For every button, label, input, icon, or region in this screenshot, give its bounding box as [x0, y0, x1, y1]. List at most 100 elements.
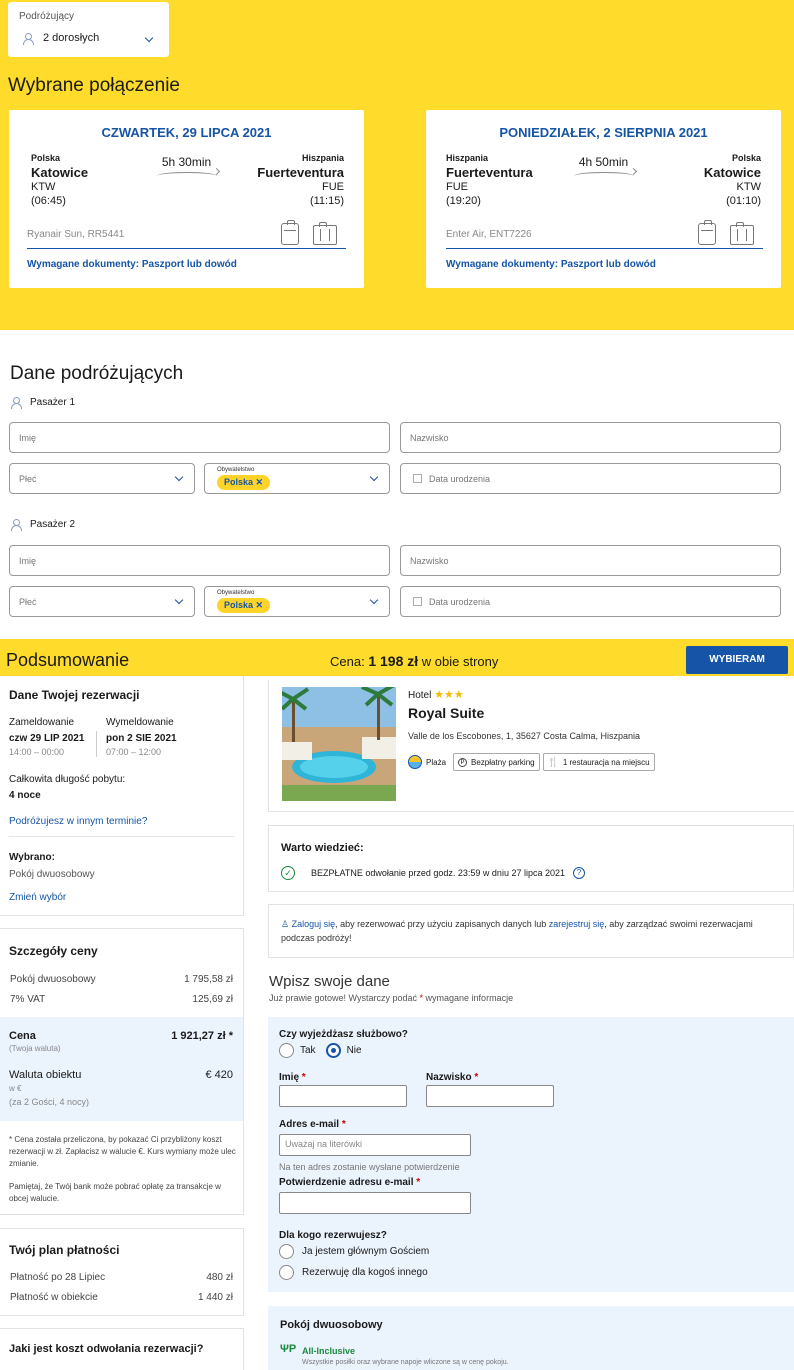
- passenger-label-text: Pasażer 2: [30, 519, 76, 530]
- price-prefix: Cena:: [330, 654, 365, 669]
- checkout-time: 07:00 – 12:00: [106, 747, 162, 757]
- cutlery-icon: ΨΡ: [280, 1343, 297, 1355]
- room-box: Pokój dwuosobowy ΨΡ All-Inclusive Wszyst…: [268, 1306, 794, 1370]
- selected-connection-title: Wybrane połączenie: [8, 75, 180, 96]
- other-dates-link[interactable]: Podróżujesz w innym terminie?: [9, 816, 147, 827]
- check-circle-icon: ✓: [281, 866, 295, 880]
- hotel-type-label: Hotel: [408, 690, 432, 701]
- return-documents-link[interactable]: Wymagane dokumenty: Paszport lub dowód: [446, 259, 656, 270]
- chip-text: Polska: [224, 477, 254, 487]
- outbound-documents-link[interactable]: Wymagane dokumenty: Paszport lub dowód: [27, 259, 237, 270]
- reservation-panel: Dane Twojej rezerwacji Zameldowanie czw …: [0, 676, 244, 916]
- for-whom-other-option[interactable]: Rezerwuję dla kogoś innego: [279, 1265, 428, 1280]
- email-label: Adres e-mail *: [279, 1119, 346, 1130]
- login-notice-card: ♙ Zaloguj się, aby rezerwować przy użyci…: [268, 904, 794, 958]
- email-confirm-input[interactable]: [279, 1192, 471, 1214]
- travelers-value: 2 dorosłych: [22, 32, 99, 45]
- last-name-input[interactable]: [426, 1085, 554, 1107]
- passenger-label-text: Pasażer 1: [30, 397, 76, 408]
- required-marker: *: [416, 1177, 421, 1188]
- price-suffix: w obie strony: [421, 654, 499, 669]
- passenger-2-first-name[interactable]: Imię: [9, 545, 390, 576]
- price-row-label: 7% VAT: [10, 994, 46, 1005]
- login-link[interactable]: Zaloguj się: [292, 919, 336, 929]
- star-rating-icon: ★★★: [434, 689, 464, 701]
- total-box: Cena (Twoja waluta) 1 921,27 zł * Waluta…: [0, 1017, 243, 1121]
- register-link[interactable]: zarejestruj się: [549, 919, 605, 929]
- email-placeholder: Uważaj na literówki: [285, 1139, 363, 1149]
- board-description: Wszystkie posiłki oraz wybrane napoje wl…: [302, 1359, 509, 1366]
- checkout-label: Wymeldowanie: [106, 717, 174, 728]
- divider: [446, 248, 763, 249]
- checked-bag-icon: [730, 222, 754, 245]
- hotel-type: Hotel ★★★: [408, 688, 464, 701]
- passenger-1-citizenship-select[interactable]: Obywatelstwo Polska ✕: [204, 463, 390, 494]
- hotel-name[interactable]: Royal Suite: [408, 705, 484, 721]
- radio-yes-label: Tak: [300, 1045, 316, 1056]
- radio-no-label: Nie: [346, 1045, 362, 1056]
- payment-plan-panel: Twój plan płatności Płatność po 28 Lipie…: [0, 1228, 244, 1316]
- business-trip-question: Czy wyjeżdżasz służbowo?: [279, 1029, 408, 1040]
- cancellation-panel[interactable]: Jaki jest koszt odwołania rezerwacji?: [0, 1328, 244, 1370]
- return-from-time: (19:20): [446, 195, 481, 207]
- close-icon[interactable]: ✕: [256, 600, 264, 610]
- stay-length-value: 4 noce: [9, 790, 41, 801]
- required-marker: *: [341, 1119, 346, 1130]
- passenger-2-citizenship-select[interactable]: Obywatelstwo Polska ✕: [204, 586, 390, 617]
- checkin-date: czw 29 LIP 2021: [9, 733, 85, 744]
- passenger-2-last-name[interactable]: Nazwisko: [400, 545, 781, 576]
- payment-row-label: Płatność po 28 Lipiec: [10, 1272, 106, 1283]
- select-button[interactable]: WYBIERAM: [686, 646, 788, 674]
- passenger-1-birth-date[interactable]: Data urodzenia: [400, 463, 781, 494]
- placeholder: Płeć: [19, 597, 37, 607]
- subtitle-post: wymagane informacje: [425, 993, 514, 1003]
- required-marker: *: [419, 993, 424, 1003]
- first-name-label-text: Imię: [279, 1072, 300, 1083]
- facility-label: Bezpłatny parking: [471, 757, 535, 767]
- travelers-selector[interactable]: Podróżujący 2 dorosłych: [8, 2, 169, 57]
- price-row-label: Pokój dwuosobowy: [10, 974, 96, 985]
- outbound-date: CZWARTEK, 29 LIPCA 2021: [101, 125, 272, 140]
- subtitle-pre: Już prawie gotowe! Wystarczy podać: [269, 993, 417, 1003]
- placeholder: Data urodzenia: [429, 474, 491, 484]
- passenger-1-gender-select[interactable]: Płeć: [9, 463, 195, 494]
- summary-title: Podsumowanie: [6, 650, 130, 670]
- radio-yes[interactable]: [279, 1043, 294, 1058]
- placeholder: Imię: [19, 556, 37, 566]
- outbound-carrier: Ryanair Sun, RR5441: [27, 229, 125, 240]
- required-marker: *: [474, 1072, 479, 1083]
- price-value: 1 198 zł: [368, 653, 419, 669]
- for-whom-self-option[interactable]: Ja jestem głównym Gościem: [279, 1244, 429, 1259]
- cabin-bag-icon: [698, 220, 716, 245]
- total-value: 1 921,27 zł *: [171, 1030, 233, 1042]
- required-marker: *: [301, 1072, 306, 1083]
- info-icon[interactable]: ?: [573, 867, 585, 879]
- placeholder: Nazwisko: [410, 556, 449, 566]
- hotel-facilities: Plaża P Bezpłatny parking 🍴 1 restauracj…: [408, 753, 658, 771]
- restaurant-facility: 🍴 1 restauracja na miejscu: [542, 753, 655, 771]
- payment-row: Płatność po 28 Lipiec 480 zł: [10, 1272, 233, 1283]
- outbound-to-time: (11:15): [309, 195, 344, 207]
- passenger-2-birth-date[interactable]: Data urodzenia: [400, 586, 781, 617]
- checkin-label: Zameldowanie: [9, 717, 75, 728]
- worth-knowing-title: Warto wiedzieć:: [281, 842, 364, 854]
- citizenship-chip[interactable]: Polska ✕: [217, 475, 271, 490]
- radio-no[interactable]: [325, 1043, 341, 1058]
- first-name-label: Imię *: [279, 1072, 306, 1083]
- hotel-photo: [282, 687, 396, 801]
- change-choice-link[interactable]: Zmień wybór: [9, 892, 66, 903]
- price-note: * Cena została przeliczona, by pokazać C…: [9, 1135, 236, 1168]
- last-name-label-text: Nazwisko: [426, 1072, 472, 1083]
- login-notice-text: ♙ Zaloguj się, aby rezerwować przy użyci…: [281, 917, 771, 945]
- radio-other[interactable]: [279, 1265, 294, 1280]
- citizenship-chip[interactable]: Polska ✕: [217, 598, 271, 613]
- radio-self[interactable]: [279, 1244, 294, 1259]
- calendar-icon: [413, 474, 422, 483]
- user-icon: [22, 32, 34, 45]
- passenger-1-first-name[interactable]: Imię: [9, 422, 390, 453]
- close-icon[interactable]: ✕: [256, 477, 264, 487]
- first-name-input[interactable]: [279, 1085, 407, 1107]
- passenger-2-gender-select[interactable]: Płeć: [9, 586, 195, 617]
- passenger-1-last-name[interactable]: Nazwisko: [400, 422, 781, 453]
- email-input[interactable]: Uważaj na literówki: [279, 1134, 471, 1156]
